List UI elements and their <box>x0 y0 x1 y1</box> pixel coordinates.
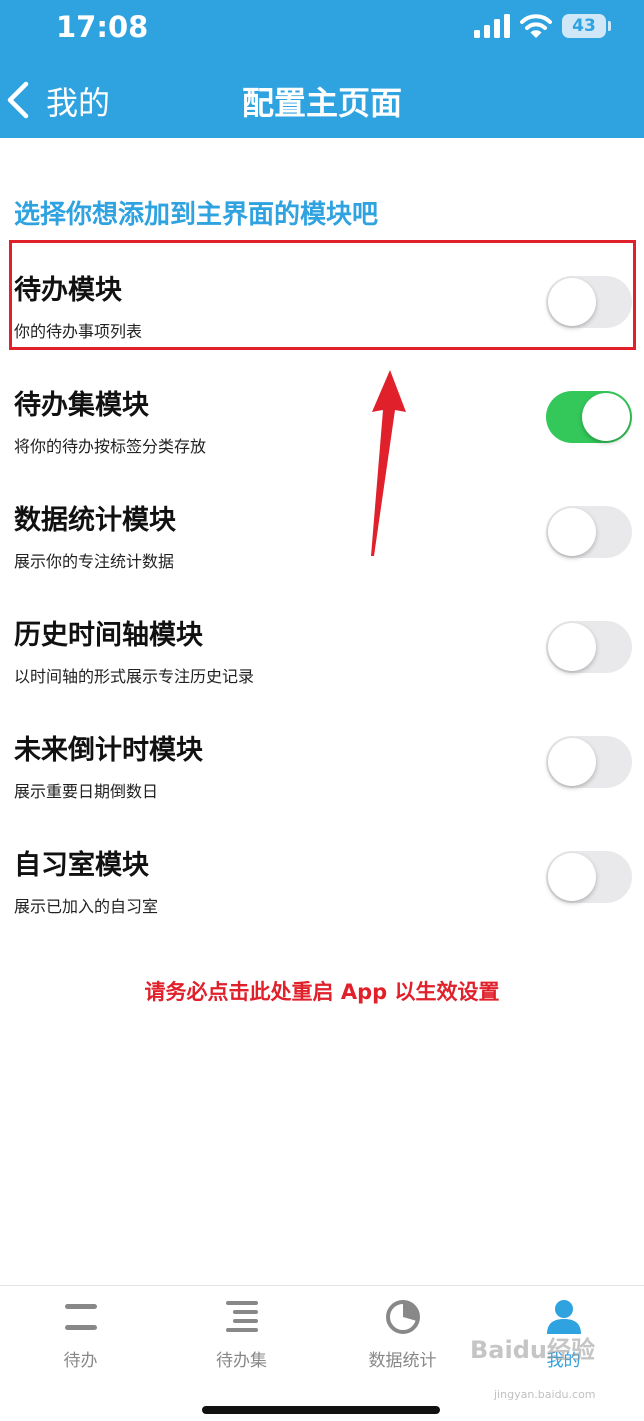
module-description: 将你的待办按标签分类存放 <box>14 437 207 456</box>
nav-bar: 我的 配置主页面 <box>0 60 644 138</box>
module-title: 未来倒计时模块 <box>14 735 203 766</box>
wifi-icon <box>520 14 552 38</box>
toggle-knob <box>548 623 596 671</box>
watermark-logo: Baidu经验 <box>470 1336 595 1364</box>
restart-app-link[interactable]: 请务必点击此处重启 App 以生效设置 <box>0 976 644 1006</box>
tab-todo-sets[interactable]: 待办集 <box>161 1286 322 1386</box>
toggle-knob <box>548 738 596 786</box>
status-time: 17:08 <box>56 10 149 44</box>
watermark-url: jingyan.baidu.com <box>494 1388 596 1401</box>
module-row: 历史时间轴模块以时间轴的形式展示专注历史记录 <box>0 613 644 723</box>
module-row: 自习室模块展示已加入的自习室 <box>0 843 644 953</box>
list-icon <box>65 1304 97 1330</box>
module-title: 自习室模块 <box>14 850 149 881</box>
module-description: 展示你的专注统计数据 <box>14 552 175 571</box>
module-description: 展示已加入的自习室 <box>14 897 159 916</box>
module-toggle[interactable] <box>546 736 632 788</box>
tab-label: 待办 <box>63 1351 98 1371</box>
battery-cap <box>608 21 611 31</box>
module-toggle[interactable] <box>546 851 632 903</box>
module-description: 展示重要日期倒数日 <box>14 782 159 801</box>
tab-todo[interactable]: 待办 <box>0 1286 161 1386</box>
cellular-signal-icon <box>474 14 510 38</box>
module-row: 待办集模块将你的待办按标签分类存放 <box>0 383 644 493</box>
section-title: 选择你想添加到主界面的模块吧 <box>14 200 379 230</box>
module-toggle[interactable] <box>546 391 632 443</box>
module-description: 以时间轴的形式展示专注历史记录 <box>14 667 255 686</box>
tab-label: 待办集 <box>216 1351 267 1371</box>
module-row: 数据统计模块展示你的专注统计数据 <box>0 498 644 608</box>
tab-statistics[interactable]: 数据统计 <box>322 1286 483 1386</box>
home-indicator <box>202 1406 440 1414</box>
module-title: 数据统计模块 <box>14 505 176 536</box>
toggle-knob <box>582 393 630 441</box>
module-toggle[interactable] <box>546 621 632 673</box>
stacked-list-icon <box>226 1301 258 1332</box>
annotation-arrow-icon <box>371 370 406 556</box>
battery-icon: 43 <box>562 14 606 38</box>
annotation-highlight-box <box>9 240 636 350</box>
header: 17:08 43 我的 配置主页面 <box>0 0 644 138</box>
module-row: 未来倒计时模块展示重要日期倒数日 <box>0 728 644 838</box>
toggle-knob <box>548 853 596 901</box>
tab-label: 数据统计 <box>368 1351 437 1371</box>
module-title: 历史时间轴模块 <box>14 620 203 651</box>
status-bar: 17:08 43 <box>0 0 644 56</box>
toggle-knob <box>548 508 596 556</box>
module-title: 待办集模块 <box>14 390 149 421</box>
pie-chart-icon <box>386 1300 420 1334</box>
module-toggle[interactable] <box>546 506 632 558</box>
page-title: 配置主页面 <box>241 84 402 122</box>
